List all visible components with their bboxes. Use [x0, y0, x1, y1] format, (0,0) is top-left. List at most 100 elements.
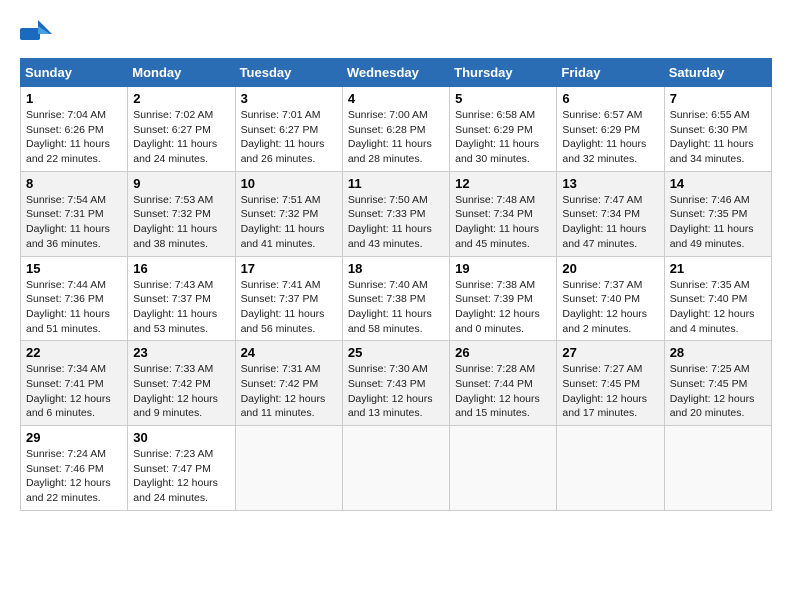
calendar-cell: 4 Sunrise: 7:00 AM Sunset: 6:28 PM Daylig… — [342, 87, 449, 172]
day-info: Sunrise: 7:40 AM Sunset: 7:38 PM Dayligh… — [348, 278, 444, 337]
calendar-cell: 20 Sunrise: 7:37 AM Sunset: 7:40 PM Dayli… — [557, 256, 664, 341]
calendar-cell: 22Sunrise: 7:34 AM Sunset: 7:41 PM Dayli… — [21, 341, 128, 426]
calendar-cell: 21 Sunrise: 7:35 AM Sunset: 7:40 PM Dayli… — [664, 256, 771, 341]
day-info: Sunrise: 7:04 AM Sunset: 6:26 PM Dayligh… — [26, 108, 122, 167]
calendar-cell: 25 Sunrise: 7:30 AM Sunset: 7:43 PM Dayli… — [342, 341, 449, 426]
day-number: 24 — [241, 345, 337, 360]
day-number: 3 — [241, 91, 337, 106]
calendar-cell: 26 Sunrise: 7:28 AM Sunset: 7:44 PM Dayli… — [450, 341, 557, 426]
day-info: Sunrise: 7:51 AM Sunset: 7:32 PM Dayligh… — [241, 193, 337, 252]
day-info: Sunrise: 7:44 AM Sunset: 7:36 PM Dayligh… — [26, 278, 122, 337]
calendar-week-row: 1 Sunrise: 7:04 AM Sunset: 6:26 PM Daylig… — [21, 87, 772, 172]
day-info: Sunrise: 7:47 AM Sunset: 7:34 PM Dayligh… — [562, 193, 658, 252]
day-info: Sunrise: 7:46 AM Sunset: 7:35 PM Dayligh… — [670, 193, 766, 252]
day-number: 28 — [670, 345, 766, 360]
calendar-cell: 15Sunrise: 7:44 AM Sunset: 7:36 PM Dayli… — [21, 256, 128, 341]
calendar-cell: 19 Sunrise: 7:38 AM Sunset: 7:39 PM Dayli… — [450, 256, 557, 341]
logo — [20, 20, 56, 48]
day-number: 7 — [670, 91, 766, 106]
day-number: 2 — [133, 91, 229, 106]
day-number: 18 — [348, 261, 444, 276]
day-info: Sunrise: 7:01 AM Sunset: 6:27 PM Dayligh… — [241, 108, 337, 167]
day-number: 29 — [26, 430, 122, 445]
calendar-cell: 2 Sunrise: 7:02 AM Sunset: 6:27 PM Daylig… — [128, 87, 235, 172]
day-number: 21 — [670, 261, 766, 276]
day-info: Sunrise: 6:58 AM Sunset: 6:29 PM Dayligh… — [455, 108, 551, 167]
day-number: 12 — [455, 176, 551, 191]
calendar-cell: 27Sunrise: 7:27 AM Sunset: 7:45 PM Dayli… — [557, 341, 664, 426]
day-number: 8 — [26, 176, 122, 191]
day-number: 16 — [133, 261, 229, 276]
day-of-week-header: Monday — [128, 59, 235, 87]
day-number: 13 — [562, 176, 658, 191]
calendar-cell: 3 Sunrise: 7:01 AM Sunset: 6:27 PM Daylig… — [235, 87, 342, 172]
day-number: 14 — [670, 176, 766, 191]
day-of-week-header: Saturday — [664, 59, 771, 87]
day-number: 17 — [241, 261, 337, 276]
calendar-cell: 29 Sunrise: 7:24 AM Sunset: 7:46 PM Dayli… — [21, 426, 128, 511]
header — [20, 20, 772, 48]
calendar-cell: 8Sunrise: 7:54 AM Sunset: 7:31 PM Daylig… — [21, 171, 128, 256]
day-info: Sunrise: 7:43 AM Sunset: 7:37 PM Dayligh… — [133, 278, 229, 337]
day-number: 4 — [348, 91, 444, 106]
day-number: 19 — [455, 261, 551, 276]
day-number: 10 — [241, 176, 337, 191]
calendar-cell: 16 Sunrise: 7:43 AM Sunset: 7:37 PM Dayli… — [128, 256, 235, 341]
day-number: 9 — [133, 176, 229, 191]
calendar-cell — [557, 426, 664, 511]
day-number: 11 — [348, 176, 444, 191]
day-info: Sunrise: 7:35 AM Sunset: 7:40 PM Dayligh… — [670, 278, 766, 337]
day-info: Sunrise: 7:00 AM Sunset: 6:28 PM Dayligh… — [348, 108, 444, 167]
day-number: 1 — [26, 91, 122, 106]
logo-icon — [20, 20, 52, 48]
calendar-cell: 17 Sunrise: 7:41 AM Sunset: 7:37 PM Dayli… — [235, 256, 342, 341]
calendar-cell — [342, 426, 449, 511]
calendar-cell: 24 Sunrise: 7:31 AM Sunset: 7:42 PM Dayli… — [235, 341, 342, 426]
calendar-week-row: 8Sunrise: 7:54 AM Sunset: 7:31 PM Daylig… — [21, 171, 772, 256]
calendar-cell: 5Sunrise: 6:58 AM Sunset: 6:29 PM Daylig… — [450, 87, 557, 172]
day-info: Sunrise: 7:53 AM Sunset: 7:32 PM Dayligh… — [133, 193, 229, 252]
day-info: Sunrise: 7:38 AM Sunset: 7:39 PM Dayligh… — [455, 278, 551, 337]
day-info: Sunrise: 6:57 AM Sunset: 6:29 PM Dayligh… — [562, 108, 658, 167]
day-of-week-header: Wednesday — [342, 59, 449, 87]
calendar-cell: 30Sunrise: 7:23 AM Sunset: 7:47 PM Dayli… — [128, 426, 235, 511]
day-of-week-header: Tuesday — [235, 59, 342, 87]
calendar-cell — [235, 426, 342, 511]
day-info: Sunrise: 7:25 AM Sunset: 7:45 PM Dayligh… — [670, 362, 766, 421]
calendar-cell — [450, 426, 557, 511]
day-number: 6 — [562, 91, 658, 106]
day-number: 25 — [348, 345, 444, 360]
day-of-week-header: Friday — [557, 59, 664, 87]
calendar-header-row: SundayMondayTuesdayWednesdayThursdayFrid… — [21, 59, 772, 87]
day-number: 26 — [455, 345, 551, 360]
day-info: Sunrise: 7:31 AM Sunset: 7:42 PM Dayligh… — [241, 362, 337, 421]
calendar-cell — [664, 426, 771, 511]
day-info: Sunrise: 7:24 AM Sunset: 7:46 PM Dayligh… — [26, 447, 122, 506]
day-number: 20 — [562, 261, 658, 276]
day-info: Sunrise: 7:41 AM Sunset: 7:37 PM Dayligh… — [241, 278, 337, 337]
day-of-week-header: Thursday — [450, 59, 557, 87]
day-info: Sunrise: 7:27 AM Sunset: 7:45 PM Dayligh… — [562, 362, 658, 421]
calendar-table: SundayMondayTuesdayWednesdayThursdayFrid… — [20, 58, 772, 511]
calendar-cell: 9 Sunrise: 7:53 AM Sunset: 7:32 PM Daylig… — [128, 171, 235, 256]
calendar-week-row: 29 Sunrise: 7:24 AM Sunset: 7:46 PM Dayli… — [21, 426, 772, 511]
day-info: Sunrise: 7:28 AM Sunset: 7:44 PM Dayligh… — [455, 362, 551, 421]
calendar-cell: 23 Sunrise: 7:33 AM Sunset: 7:42 PM Dayli… — [128, 341, 235, 426]
day-info: Sunrise: 7:02 AM Sunset: 6:27 PM Dayligh… — [133, 108, 229, 167]
calendar-cell: 28 Sunrise: 7:25 AM Sunset: 7:45 PM Dayli… — [664, 341, 771, 426]
day-number: 23 — [133, 345, 229, 360]
calendar-week-row: 15Sunrise: 7:44 AM Sunset: 7:36 PM Dayli… — [21, 256, 772, 341]
day-info: Sunrise: 7:34 AM Sunset: 7:41 PM Dayligh… — [26, 362, 122, 421]
calendar-cell: 12Sunrise: 7:48 AM Sunset: 7:34 PM Dayli… — [450, 171, 557, 256]
day-number: 30 — [133, 430, 229, 445]
calendar-cell: 18 Sunrise: 7:40 AM Sunset: 7:38 PM Dayli… — [342, 256, 449, 341]
day-info: Sunrise: 7:37 AM Sunset: 7:40 PM Dayligh… — [562, 278, 658, 337]
calendar-cell: 14 Sunrise: 7:46 AM Sunset: 7:35 PM Dayli… — [664, 171, 771, 256]
calendar-cell: 10 Sunrise: 7:51 AM Sunset: 7:32 PM Dayli… — [235, 171, 342, 256]
calendar-cell: 6 Sunrise: 6:57 AM Sunset: 6:29 PM Daylig… — [557, 87, 664, 172]
calendar-cell: 13 Sunrise: 7:47 AM Sunset: 7:34 PM Dayli… — [557, 171, 664, 256]
calendar-cell: 7Sunrise: 6:55 AM Sunset: 6:30 PM Daylig… — [664, 87, 771, 172]
day-info: Sunrise: 7:33 AM Sunset: 7:42 PM Dayligh… — [133, 362, 229, 421]
calendar-cell: 11Sunrise: 7:50 AM Sunset: 7:33 PM Dayli… — [342, 171, 449, 256]
day-info: Sunrise: 7:30 AM Sunset: 7:43 PM Dayligh… — [348, 362, 444, 421]
